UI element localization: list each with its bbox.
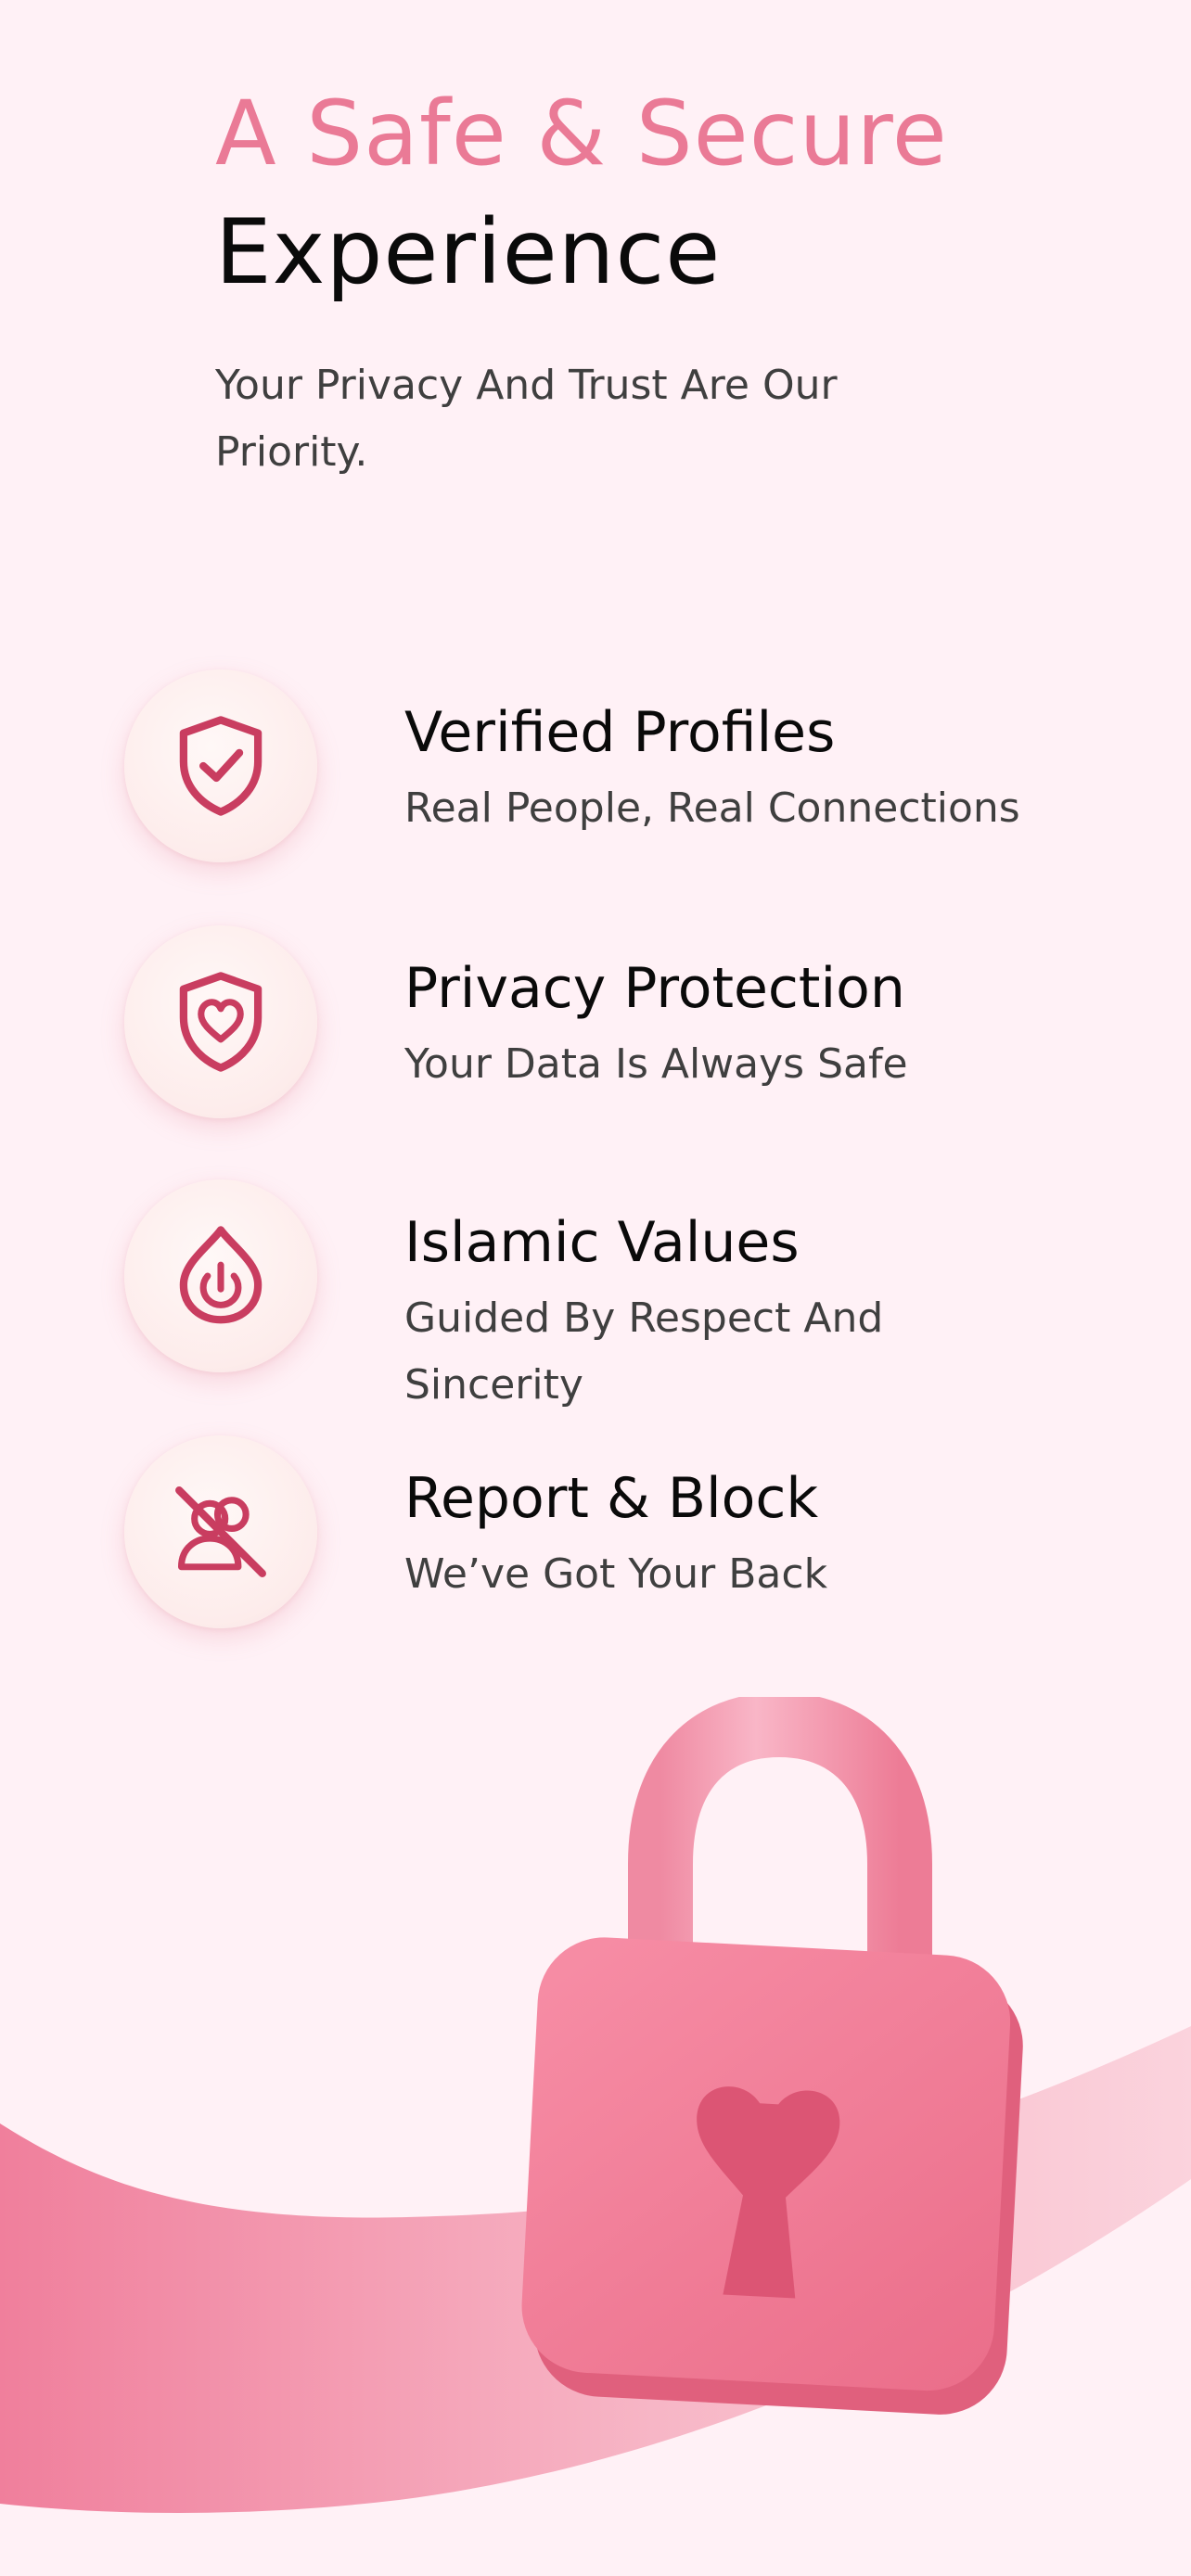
feature-title: Islamic Values — [404, 1210, 800, 1275]
feature-icon-badge — [124, 925, 317, 1118]
page-title: A Safe & Secure Experience — [215, 74, 948, 312]
feature-icon-badge — [124, 670, 317, 862]
feature-icon-badge — [124, 1435, 317, 1628]
shield-check-icon — [179, 716, 263, 816]
page-subtitle: Your Privacy And Trust Are Our Priority. — [215, 362, 838, 476]
feature-title: Privacy Protection — [404, 956, 905, 1021]
feature-title: Verified Profiles — [404, 700, 836, 765]
title-line-2: Experience — [215, 200, 722, 304]
feature-description: Your Data Is Always Safe — [404, 1040, 908, 1088]
feature-description: We’ve Got Your Back — [404, 1550, 828, 1598]
shield-heart-icon — [179, 972, 263, 1072]
feature-title: Report & Block — [404, 1466, 819, 1531]
drop-power-icon — [179, 1226, 263, 1324]
user-blocked-icon — [175, 1486, 266, 1577]
feature-description: Guided By Respect And Sincerity — [404, 1294, 884, 1409]
feature-icon-badge — [124, 1180, 317, 1372]
title-line-1: A Safe & Secure — [215, 82, 948, 185]
padlock-illustration — [521, 1697, 1023, 2415]
feature-description: Real People, Real Connections — [404, 784, 1020, 832]
